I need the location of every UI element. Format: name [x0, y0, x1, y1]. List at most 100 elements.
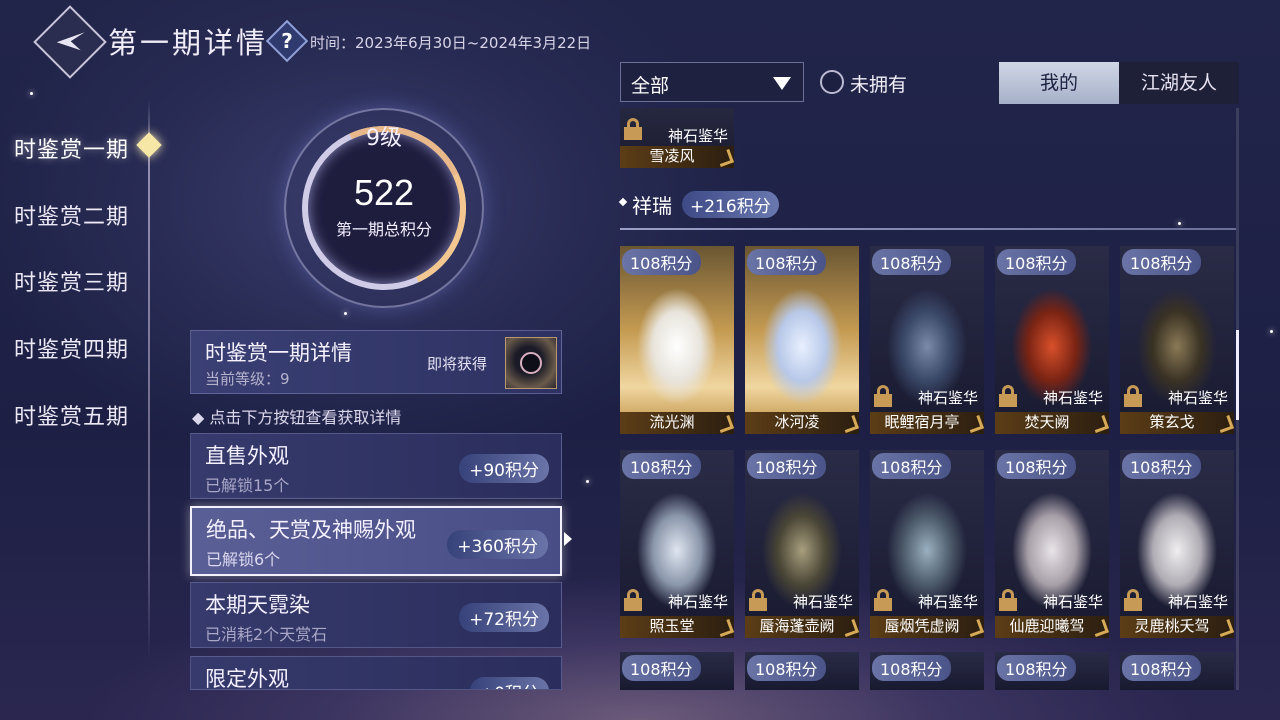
item-card[interactable]: 108积分 神石鉴华 策玄戈 — [1120, 246, 1234, 434]
category-dye[interactable]: 本期天霓染 已消耗2个天赏石 +72积分 — [190, 582, 562, 648]
card-source: 神石鉴华 — [667, 593, 728, 611]
tab-mine[interactable]: 我的 — [999, 62, 1119, 104]
card-name: 流光渊 — [649, 413, 695, 431]
detail-title: 时鉴赏一期详情 — [205, 341, 352, 365]
section-points: +216积分 — [682, 191, 779, 218]
lock-icon — [624, 118, 642, 140]
card-name: 眠鲤宿月亭 — [884, 413, 960, 431]
item-card[interactable]: 108积分 神石鉴华 蜃烟凭虚阙 — [870, 450, 984, 638]
lock-icon — [874, 385, 892, 407]
sparkle-star — [30, 92, 33, 95]
soon-label: 即将获得 — [427, 355, 488, 373]
card-points: 108积分 — [997, 249, 1076, 275]
card-name: 蜃海蓬壶阙 — [759, 617, 835, 635]
reward-icon[interactable] — [505, 337, 557, 389]
section-title: 祥瑞 — [632, 194, 672, 218]
card-points: 108积分 — [747, 453, 826, 479]
mount-art-icon — [1007, 276, 1097, 404]
card-points: 108积分 — [872, 453, 951, 479]
category-direct-sale[interactable]: 直售外观 已解锁15个 +90积分 — [190, 433, 562, 499]
sparkle-star — [344, 312, 347, 315]
mount-art-icon — [882, 480, 972, 608]
points-badge: +90积分 — [459, 454, 549, 483]
filter-value: 全部 — [631, 75, 670, 97]
item-card[interactable]: 108积分 — [1120, 652, 1234, 690]
category-sub: 已消耗2个天赏石 — [205, 625, 328, 644]
card-points: 108积分 — [872, 655, 951, 681]
item-card[interactable]: 108积分 神石鉴华 灵鹿桃夭驾 — [1120, 450, 1234, 638]
sparkle-star — [1178, 222, 1181, 225]
score-ring: 9级 522 第一期总积分 — [278, 102, 490, 314]
item-card[interactable]: 神石鉴华 雪凌风 — [620, 108, 734, 168]
item-card[interactable]: 108积分 神石鉴华 照玉堂 — [620, 450, 734, 638]
item-card[interactable]: 108积分 — [995, 652, 1109, 690]
tab-friends[interactable]: 江湖友人 — [1119, 62, 1239, 104]
points-badge: +72积分 — [459, 603, 549, 632]
card-points: 108积分 — [747, 249, 826, 275]
category-limited[interactable]: 限定外观 +0积分 — [190, 656, 562, 690]
scrollbar-thumb[interactable] — [1236, 330, 1239, 420]
diamond-bullet-icon — [618, 197, 628, 207]
points-badge: +0积分 — [469, 677, 549, 689]
active-marker-icon — [136, 132, 162, 158]
card-source: 神石鉴华 — [792, 593, 853, 611]
category-title: 绝品、天赏及神赐外观 — [206, 518, 416, 542]
card-name: 灵鹿桃夭驾 — [1134, 617, 1210, 635]
item-card[interactable]: 108积分神石鉴华焚天阙 — [995, 246, 1109, 434]
lock-icon — [874, 589, 892, 611]
item-card[interactable]: 108积分 — [745, 652, 859, 690]
sidebar-divider — [148, 100, 150, 660]
selected-arrow-icon — [564, 532, 572, 546]
category-sub: 已解锁6个 — [206, 550, 281, 569]
game-screen: 第一期详情 ? 时间：2023年6月30日~2024年3月22日 时鉴赏一期 时… — [0, 0, 1280, 720]
lock-icon — [624, 589, 642, 611]
current-level: 当前等级：9 — [205, 370, 290, 388]
category-title: 本期天霓染 — [205, 593, 310, 617]
card-points: 108积分 — [622, 249, 701, 275]
card-name: 焚天阙 — [1024, 413, 1070, 431]
lock-icon — [999, 385, 1017, 407]
sidebar-item-period-5[interactable]: 时鉴赏五期 — [14, 399, 129, 431]
filter-dropdown[interactable]: 全部 — [620, 62, 804, 102]
sidebar-item-period-1[interactable]: 时鉴赏一期 — [14, 132, 129, 164]
card-points: 108积分 — [872, 249, 951, 275]
card-source: 神石鉴华 — [1042, 389, 1103, 407]
help-button[interactable]: ? — [265, 19, 309, 63]
item-card[interactable]: 108积分 神石鉴华 仙鹿迎曦驾 — [995, 450, 1109, 638]
item-card[interactable]: 108积分神石鉴华蜃海蓬壶阙 — [745, 450, 859, 638]
sidebar-item-period-2[interactable]: 时鉴赏二期 — [14, 199, 129, 231]
lock-icon — [1124, 385, 1142, 407]
dropdown-arrow-icon — [773, 77, 791, 90]
hint-label: 点击下方按钮查看获取详情 — [209, 408, 402, 427]
category-title: 直售外观 — [205, 444, 289, 468]
mount-art-icon — [632, 480, 722, 608]
mount-art-icon — [632, 276, 722, 404]
card-source: 神石鉴华 — [1042, 593, 1103, 611]
mount-art-icon — [757, 480, 847, 608]
item-card[interactable]: 108积分 神石鉴华 眠鲤宿月亭 — [870, 246, 984, 434]
card-name: 策玄戈 — [1149, 413, 1195, 431]
sidebar-item-period-3[interactable]: 时鉴赏三期 — [14, 265, 129, 297]
sidebar-item-period-4[interactable]: 时鉴赏四期 — [14, 332, 129, 364]
sparkle-star — [586, 480, 589, 483]
item-card[interactable]: 108积分 — [620, 652, 734, 690]
category-premium[interactable]: 绝品、天赏及神赐外观 已解锁6个 +360积分 — [190, 506, 562, 576]
card-name: 雪凌风 — [649, 147, 695, 165]
mount-art-icon — [1132, 276, 1222, 404]
item-card[interactable]: 108积分 — [870, 652, 984, 690]
section-divider — [620, 228, 1236, 230]
back-button[interactable] — [33, 5, 107, 79]
total-score: 522 — [353, 172, 415, 213]
mount-art-icon — [757, 276, 847, 404]
card-source: 神石鉴华 — [1167, 593, 1228, 611]
item-card[interactable]: 108积分 冰河凌 — [745, 246, 859, 434]
item-card[interactable]: 108积分流光渊 — [620, 246, 734, 434]
card-name: 仙鹿迎曦驾 — [1009, 617, 1085, 635]
not-owned-radio[interactable] — [820, 70, 844, 94]
not-owned-label[interactable]: 未拥有 — [850, 70, 907, 97]
period-detail-card[interactable]: 时鉴赏一期详情 当前等级：9 即将获得 — [190, 330, 562, 394]
score-label: 第一期总积分 — [335, 220, 432, 239]
sparkle-star — [1270, 330, 1273, 333]
lock-icon — [749, 589, 767, 611]
card-points: 108积分 — [622, 655, 701, 681]
